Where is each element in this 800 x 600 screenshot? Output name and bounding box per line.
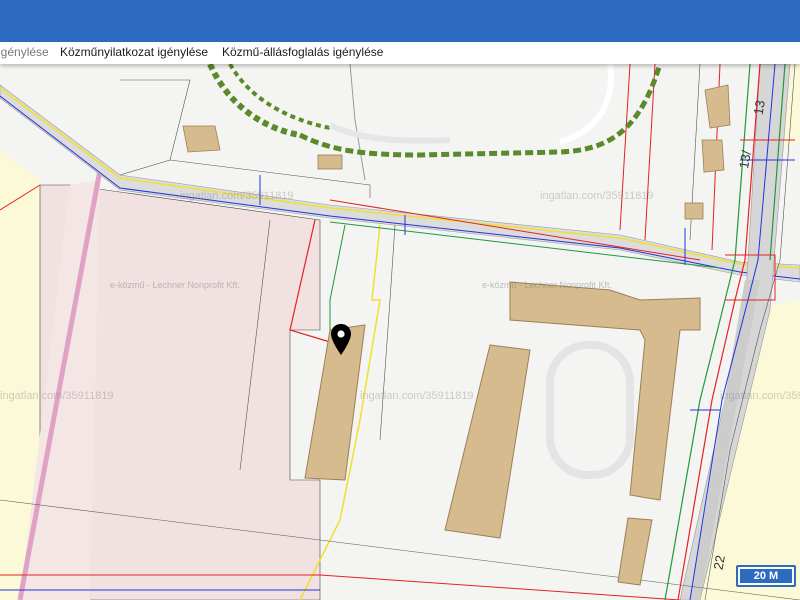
street-number: 13/ bbox=[736, 149, 754, 170]
watermark-ingatlan: ingatlan.com/35911819 bbox=[360, 390, 474, 402]
street-number: 13 bbox=[750, 99, 768, 116]
watermark-ekozmu: e-közmű - Lechner Nonprofit Kft. bbox=[482, 280, 613, 290]
map-canvas[interactable] bbox=[0, 64, 800, 600]
service-tabs: igénylése Közműnyilatkozat igénylése Köz… bbox=[0, 42, 800, 64]
watermark-ingatlan: ingatlan.com/35911819 bbox=[540, 190, 654, 202]
street-number: 22 bbox=[710, 554, 728, 571]
watermark-ekozmu: e-közmű - Lechner Nonprofit Kft. bbox=[110, 280, 241, 290]
utility-map[interactable] bbox=[0, 64, 800, 600]
scale-bar: 20 M bbox=[736, 565, 796, 587]
watermark-ingatlan: ingatlan.com/35911819 bbox=[0, 390, 114, 402]
location-pin-icon[interactable] bbox=[330, 324, 352, 361]
tab-igenylese[interactable]: igénylése bbox=[0, 45, 49, 59]
scale-label: 20 M bbox=[740, 569, 792, 583]
watermark-ingatlan: ingatlan.com/35911819 bbox=[180, 190, 294, 202]
top-header-bar bbox=[0, 0, 800, 42]
tab-kozmu-allasfoglalas[interactable]: Közmű-állásfoglalás igénylése bbox=[222, 45, 383, 59]
watermark-ingatlan: ingatlan.com/35911819 bbox=[720, 390, 800, 402]
tab-kozmunyilatkozat[interactable]: Közműnyilatkozat igénylése bbox=[60, 45, 208, 59]
